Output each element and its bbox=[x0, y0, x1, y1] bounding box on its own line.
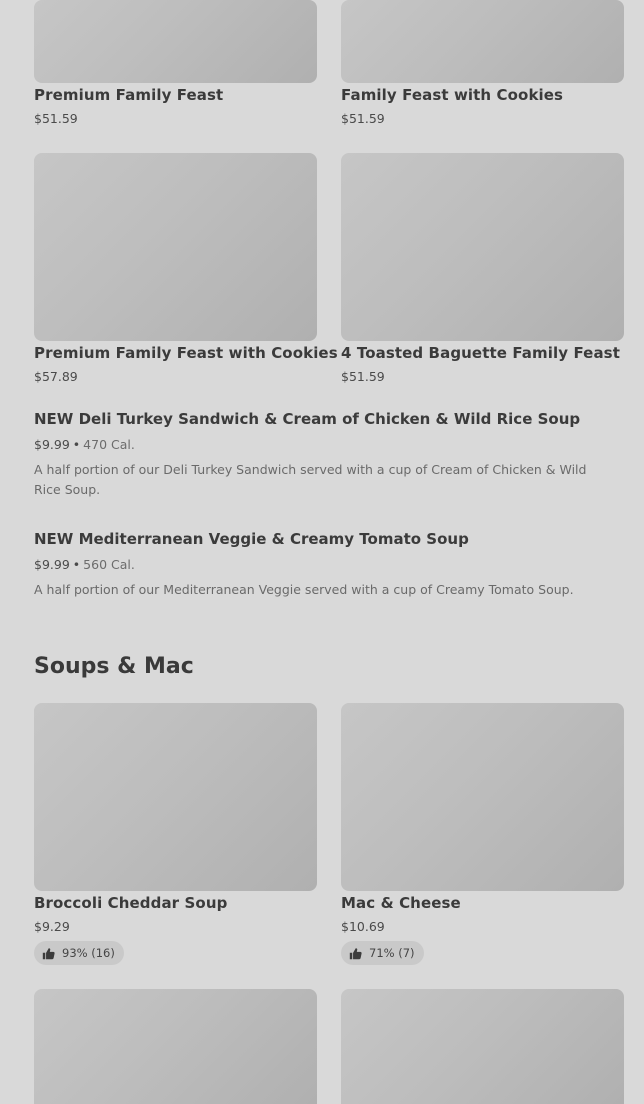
meta-separator: • bbox=[72, 557, 81, 572]
thumbs-up-icon bbox=[349, 947, 362, 959]
item-image[interactable] bbox=[341, 0, 624, 83]
item-price: $10.69 bbox=[341, 919, 385, 934]
item-title[interactable]: NEW Deli Turkey Sandwich & Cream of Chic… bbox=[34, 410, 580, 428]
rating-badge: 71% (7) bbox=[341, 941, 424, 965]
item-title[interactable]: Mac & Cheese bbox=[341, 894, 461, 912]
combo-list-item[interactable]: NEW Deli Turkey Sandwich & Cream of Chic… bbox=[34, 410, 614, 500]
section-heading: Soups & Mac bbox=[34, 654, 194, 679]
item-image[interactable] bbox=[341, 989, 624, 1104]
item-image[interactable] bbox=[34, 0, 317, 83]
item-title[interactable]: Premium Family Feast with Cookies bbox=[34, 344, 338, 362]
item-image[interactable] bbox=[34, 153, 317, 341]
thumbs-up-icon bbox=[42, 947, 55, 959]
item-price: $57.89 bbox=[34, 369, 78, 384]
item-title[interactable]: 4 Toasted Baguette Family Feast bbox=[341, 344, 620, 362]
menu-page: Premium Family Feast $51.59 Family Feast… bbox=[0, 0, 644, 1104]
rating-badge: 93% (16) bbox=[34, 941, 124, 965]
item-image[interactable] bbox=[341, 703, 624, 891]
item-image[interactable] bbox=[341, 153, 624, 341]
item-title[interactable]: Family Feast with Cookies bbox=[341, 86, 563, 104]
item-image[interactable] bbox=[34, 703, 317, 891]
item-calories: 560 Cal. bbox=[83, 557, 135, 572]
item-price: $9.99 bbox=[34, 557, 70, 572]
meta-separator: • bbox=[72, 437, 81, 452]
item-description: A half portion of our Mediterranean Vegg… bbox=[34, 582, 574, 597]
item-price: $51.59 bbox=[34, 111, 78, 126]
item-title[interactable]: Premium Family Feast bbox=[34, 86, 223, 104]
item-meta: $9.99 • 560 Cal. bbox=[34, 557, 135, 572]
rating-text: 71% (7) bbox=[369, 946, 415, 960]
combo-list-item[interactable]: NEW Mediterranean Veggie & Creamy Tomato… bbox=[34, 530, 614, 600]
item-image[interactable] bbox=[34, 989, 317, 1104]
item-price: $51.59 bbox=[341, 111, 385, 126]
item-price: $9.29 bbox=[34, 919, 70, 934]
item-meta: $9.99 • 470 Cal. bbox=[34, 437, 135, 452]
item-title[interactable]: Broccoli Cheddar Soup bbox=[34, 894, 227, 912]
item-calories: 470 Cal. bbox=[83, 437, 135, 452]
rating-text: 93% (16) bbox=[62, 946, 115, 960]
item-title[interactable]: NEW Mediterranean Veggie & Creamy Tomato… bbox=[34, 530, 469, 548]
item-price: $9.99 bbox=[34, 437, 70, 452]
item-price: $51.59 bbox=[341, 369, 385, 384]
item-description: A half portion of our Deli Turkey Sandwi… bbox=[34, 462, 587, 497]
